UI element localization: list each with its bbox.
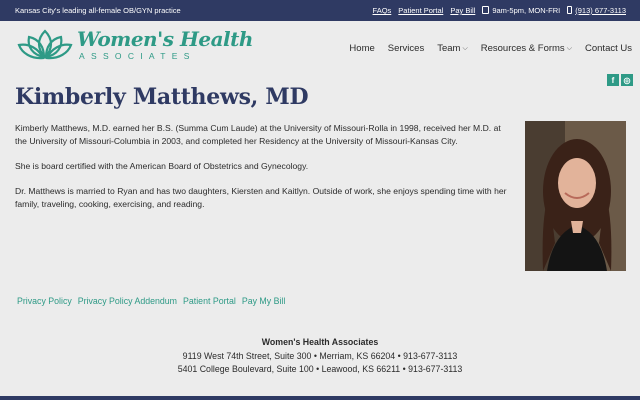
privacy-policy-link[interactable]: Privacy Policy <box>17 296 72 306</box>
chevron-down-icon: ⌵ <box>566 44 572 52</box>
bio: Kimberly Matthews, M.D. earned her B.S. … <box>15 122 515 223</box>
top-bar-links: FAQs Patient Portal Pay Bill 9am-5pm, MO… <box>373 6 626 15</box>
calendar-icon <box>482 6 490 14</box>
main-nav: Home Services Team ⌵ Resources & Forms ⌵ C… <box>336 43 632 54</box>
bio-paragraph: She is board certified with the American… <box>15 161 309 171</box>
address-line: 5401 College Boulevard, Suite 100 • Leaw… <box>177 364 463 374</box>
footer-address: Women's Health Associates 9119 West 74th… <box>0 336 640 377</box>
nav-services[interactable]: Services <box>388 43 424 54</box>
top-bar: Kansas City's leading all-female OB/GYN … <box>0 0 640 21</box>
nav-home[interactable]: Home <box>349 43 374 54</box>
pay-bill-link[interactable]: Pay Bill <box>450 6 475 15</box>
social-links: f ◎ <box>607 74 633 86</box>
bio-paragraph: Dr. Matthews is married to Ryan and has … <box>15 186 507 209</box>
hours: 9am-5pm, MON-FRI <box>482 6 560 15</box>
footer-org-name: Women's Health Associates <box>261 337 379 347</box>
facebook-icon[interactable]: f <box>607 74 619 86</box>
header: Women's Health ASSOCIATES Home Services … <box>0 21 640 73</box>
nav-contact[interactable]: Contact Us <box>585 43 632 54</box>
page-title: Kimberly Matthews, MD <box>15 84 309 110</box>
logo[interactable]: Women's Health ASSOCIATES <box>17 29 253 61</box>
address-line: 9119 West 74th Street, Suite 300 • Merri… <box>182 350 458 361</box>
footer-links: Privacy Policy Privacy Policy Addendum P… <box>17 296 285 306</box>
patient-portal-link[interactable]: Patient Portal <box>398 6 443 15</box>
patient-portal-footer-link[interactable]: Patient Portal <box>183 296 236 306</box>
doctor-photo <box>525 121 626 271</box>
lotus-logo-icon <box>17 29 73 60</box>
tagline: Kansas City's leading all-female OB/GYN … <box>15 6 181 15</box>
faqs-link[interactable]: FAQs <box>373 6 392 15</box>
chevron-down-icon: ⌵ <box>462 44 468 52</box>
logo-title: Women's Health <box>77 27 253 51</box>
bottom-bar <box>0 396 640 400</box>
instagram-icon[interactable]: ◎ <box>621 74 633 86</box>
nav-resources[interactable]: Resources & Forms ⌵ <box>481 43 572 54</box>
phone-icon <box>567 6 573 14</box>
logo-subtitle: ASSOCIATES <box>79 51 196 61</box>
bio-paragraph: Kimberly Matthews, M.D. earned her B.S. … <box>15 123 501 146</box>
privacy-policy-addendum-link[interactable]: Privacy Policy Addendum <box>78 296 177 306</box>
pay-my-bill-link[interactable]: Pay My Bill <box>242 296 286 306</box>
phone-link[interactable]: (913) 677-3113 <box>575 6 626 15</box>
phone[interactable]: (913) 677-3113 <box>567 6 626 15</box>
nav-team[interactable]: Team ⌵ <box>437 43 468 54</box>
